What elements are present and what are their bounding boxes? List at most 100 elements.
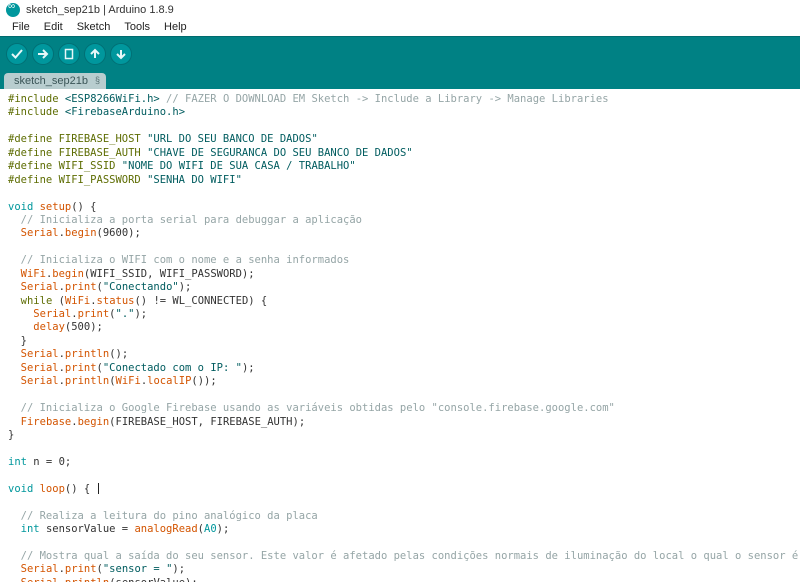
code-token: (sensorValue); <box>109 577 198 582</box>
code-token: "SENHA DO WIFI" <box>147 174 242 186</box>
code-token: ); <box>179 281 192 293</box>
tab-strip: sketch_sep21b <box>0 71 800 89</box>
code-token <box>8 523 21 535</box>
code-token: int <box>21 523 40 535</box>
code-token: "CHAVE DE SEGURANCA DO SEU BANCO DE DADO… <box>147 147 413 159</box>
code-token: println <box>65 348 109 360</box>
toolbar <box>0 36 800 71</box>
save-button[interactable] <box>110 43 132 65</box>
code-token: Serial <box>21 563 59 575</box>
code-token: (); <box>109 348 128 360</box>
code-token: ( <box>52 295 65 307</box>
tab-sketch[interactable]: sketch_sep21b <box>4 73 106 89</box>
text-cursor <box>98 483 99 494</box>
code-token <box>8 563 21 575</box>
code-token <box>8 308 33 320</box>
code-token: } <box>8 335 27 347</box>
code-token: begin <box>78 416 110 428</box>
code-token: #include <box>8 93 65 105</box>
code-token: // Mostra qual a saída do seu sensor. Es… <box>8 550 800 562</box>
code-token <box>8 577 21 582</box>
code-token <box>8 295 21 307</box>
window-title: sketch_sep21b | Arduino 1.8.9 <box>26 4 174 16</box>
code-token: Serial <box>21 577 59 582</box>
code-token: // Realiza a leitura do pino analógico d… <box>8 510 318 522</box>
file-icon <box>63 48 75 60</box>
code-token: "sensor = " <box>103 563 173 575</box>
code-token: Serial <box>21 227 59 239</box>
code-token: Serial <box>21 348 59 360</box>
code-token: sensorValue = <box>40 523 135 535</box>
menu-help[interactable]: Help <box>158 20 193 34</box>
upload-button[interactable] <box>32 43 54 65</box>
code-token: void <box>8 483 40 495</box>
code-token: "URL DO SEU BANCO DE DADOS" <box>147 133 318 145</box>
code-token: #define FIREBASE_HOST <box>8 133 147 145</box>
code-token: "." <box>116 308 135 320</box>
code-token: print <box>65 281 97 293</box>
code-token: (500); <box>65 321 103 333</box>
code-token: #define WIFI_SSID <box>8 160 122 172</box>
code-token: n = 0; <box>27 456 71 468</box>
code-token: while <box>21 295 53 307</box>
code-editor[interactable]: #include <ESP8266WiFi.h> // FAZER O DOWN… <box>0 89 800 582</box>
code-token: print <box>65 362 97 374</box>
code-token: (WIFI_SSID, WIFI_PASSWORD); <box>84 268 255 280</box>
new-button[interactable] <box>58 43 80 65</box>
code-token: ); <box>217 523 230 535</box>
code-token: begin <box>52 268 84 280</box>
code-token: begin <box>65 227 97 239</box>
code-token: println <box>65 577 109 582</box>
arduino-icon <box>6 3 20 17</box>
code-token: <ESP8266WiFi.h> <box>65 93 160 105</box>
menu-edit[interactable]: Edit <box>38 20 69 34</box>
code-token: analogRead <box>134 523 197 535</box>
code-token: ); <box>134 308 147 320</box>
code-token: ); <box>242 362 255 374</box>
menu-tools[interactable]: Tools <box>118 20 156 34</box>
code-token: // FAZER O DOWNLOAD EM Sketch -> Include… <box>160 93 609 105</box>
code-token: #define WIFI_PASSWORD <box>8 174 147 186</box>
code-token: "NOME DO WIFI DE SUA CASA / TRABALHO" <box>122 160 356 172</box>
code-token <box>8 268 21 280</box>
code-token: } <box>8 429 14 441</box>
code-token: WiFi <box>65 295 90 307</box>
code-token: // Inicializa a porta serial para debugg… <box>8 214 362 226</box>
code-token: WiFi <box>116 375 141 387</box>
title-bar: sketch_sep21b | Arduino 1.8.9 <box>0 0 800 20</box>
code-token: Serial <box>21 375 59 387</box>
code-token <box>8 281 21 293</box>
code-token: // Inicializa o Google Firebase usando a… <box>8 402 615 414</box>
code-token: Serial <box>21 281 59 293</box>
code-token: <FirebaseArduino.h> <box>65 106 185 118</box>
code-token <box>8 375 21 387</box>
code-token: WiFi <box>21 268 46 280</box>
code-token: () != WL_CONNECTED) { <box>134 295 267 307</box>
arrow-right-icon <box>37 48 49 60</box>
verify-button[interactable] <box>6 43 28 65</box>
open-button[interactable] <box>84 43 106 65</box>
code-token: #include <box>8 106 65 118</box>
menu-sketch[interactable]: Sketch <box>71 20 117 34</box>
code-token: () { <box>65 483 97 495</box>
check-icon <box>11 48 23 60</box>
code-token: delay <box>33 321 65 333</box>
code-token: Serial <box>33 308 71 320</box>
code-token: (FIREBASE_HOST, FIREBASE_AUTH); <box>109 416 305 428</box>
menu-file[interactable]: File <box>6 20 36 34</box>
code-token <box>8 362 21 374</box>
code-token: "Conectando" <box>103 281 179 293</box>
code-token: ()); <box>191 375 216 387</box>
code-token <box>8 321 33 333</box>
code-token: (9600); <box>97 227 141 239</box>
code-token <box>8 416 21 428</box>
code-token: println <box>65 375 109 387</box>
code-token: A0 <box>204 523 217 535</box>
arrow-up-icon <box>89 48 101 60</box>
menu-bar: File Edit Sketch Tools Help <box>0 20 800 36</box>
code-token: status <box>97 295 135 307</box>
code-token <box>8 348 21 360</box>
code-token <box>8 227 21 239</box>
code-token: "Conectado com o IP: " <box>103 362 242 374</box>
code-token: #define FIREBASE_AUTH <box>8 147 147 159</box>
